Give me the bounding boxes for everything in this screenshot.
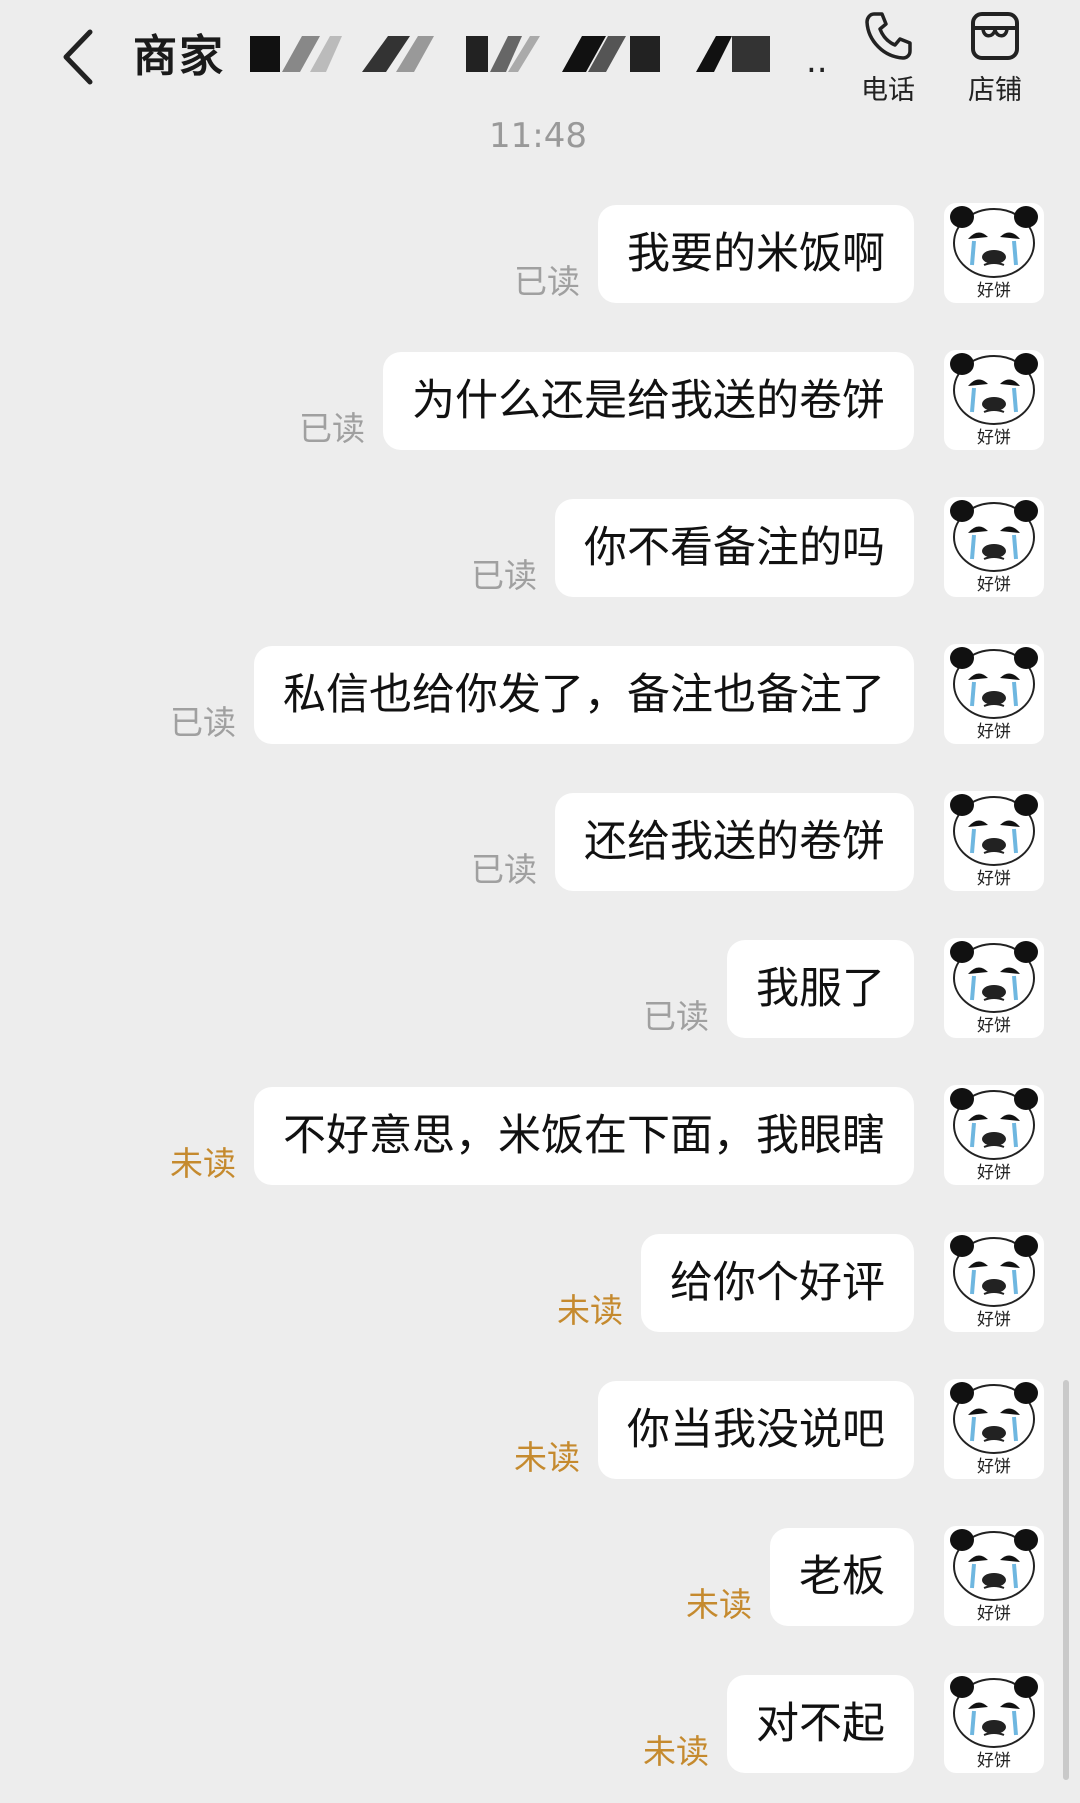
read-status: 已读: [514, 262, 580, 301]
store-icon: [971, 12, 1019, 60]
message-row: 私信也给你发了，备注也备注了 已读 好饼: [0, 644, 1080, 774]
avatar-caption: 好饼: [977, 1457, 1011, 1477]
avatar-caption: 好饼: [977, 428, 1011, 448]
avatar[interactable]: 好饼: [944, 1526, 1044, 1626]
message-bubble[interactable]: 我要的米饭啊: [598, 205, 914, 303]
avatar[interactable]: 好饼: [944, 644, 1044, 744]
message-row: 不好意思，米饭在下面，我眼瞎 未读 好饼: [0, 1085, 1080, 1215]
message-bubble[interactable]: 我服了: [727, 940, 914, 1038]
avatar[interactable]: 好饼: [944, 1085, 1044, 1185]
chat-header: 商家 .. 电话 店铺: [0, 0, 1080, 108]
message-bubble[interactable]: 老板: [770, 1528, 914, 1626]
read-status: 已读: [643, 997, 709, 1036]
redacted-name-mosaic: ..: [250, 36, 828, 78]
avatar[interactable]: 好饼: [944, 1379, 1044, 1479]
unread-status: 未读: [170, 1144, 236, 1183]
message-row: 我服了 已读 好饼: [0, 938, 1080, 1068]
message-row: 你不看备注的吗 已读 好饼: [0, 497, 1080, 627]
store-button[interactable]: 店铺: [950, 8, 1040, 108]
unread-status: 未读: [514, 1438, 580, 1477]
message-timestamp: 11:48: [489, 116, 587, 156]
unread-status: 未读: [686, 1585, 752, 1624]
unread-status: 未读: [557, 1291, 623, 1330]
phone-label: 电话: [861, 75, 915, 106]
message-bubble[interactable]: 给你个好评: [641, 1234, 914, 1332]
message-row: 对不起 未读 好饼: [0, 1673, 1080, 1803]
message-row: 老板 未读 好饼: [0, 1526, 1080, 1656]
message-bubble[interactable]: 你不看备注的吗: [555, 499, 914, 597]
chevron-left-icon: [63, 29, 93, 85]
avatar-caption: 好饼: [977, 1016, 1011, 1036]
merchant-title: 商家: [133, 31, 225, 82]
message-bubble[interactable]: 为什么还是给我送的卷饼: [383, 352, 914, 450]
message-bubble[interactable]: 还给我送的卷饼: [555, 793, 914, 891]
message-bubble[interactable]: 私信也给你发了，备注也备注了: [254, 646, 914, 744]
avatar[interactable]: 好饼: [944, 350, 1044, 450]
avatar-caption: 好饼: [977, 1310, 1011, 1330]
title-ellipsis: ..: [806, 41, 828, 78]
avatar-caption: 好饼: [977, 1163, 1011, 1183]
avatar[interactable]: 好饼: [944, 938, 1044, 1038]
read-status: 已读: [299, 409, 365, 448]
message-row: 为什么还是给我送的卷饼 已读 好饼: [0, 350, 1080, 480]
message-bubble[interactable]: 不好意思，米饭在下面，我眼瞎: [254, 1087, 914, 1185]
message-row: 还给我送的卷饼 已读 好饼: [0, 791, 1080, 921]
avatar[interactable]: 好饼: [944, 203, 1044, 303]
avatar[interactable]: 好饼: [944, 497, 1044, 597]
phone-icon: [865, 12, 912, 60]
message-row: 给你个好评 未读 好饼: [0, 1232, 1080, 1362]
read-status: 已读: [170, 703, 236, 742]
scrollbar[interactable]: [1063, 1380, 1069, 1780]
read-status: 已读: [471, 556, 537, 595]
avatar-caption: 好饼: [977, 722, 1011, 742]
message-bubble[interactable]: 你当我没说吧: [598, 1381, 914, 1479]
message-row: 我要的米饭啊 已读 好饼: [0, 203, 1080, 333]
avatar[interactable]: 好饼: [944, 1673, 1044, 1773]
avatar-caption: 好饼: [977, 575, 1011, 595]
phone-button[interactable]: 电话: [843, 8, 933, 108]
avatar[interactable]: 好饼: [944, 791, 1044, 891]
unread-status: 未读: [643, 1732, 709, 1771]
back-button[interactable]: [56, 24, 106, 90]
avatar-caption: 好饼: [977, 869, 1011, 889]
message-row: 你当我没说吧 未读 好饼: [0, 1379, 1080, 1509]
read-status: 已读: [471, 850, 537, 889]
avatar-caption: 好饼: [977, 1751, 1011, 1771]
avatar-caption: 好饼: [977, 281, 1011, 301]
avatar[interactable]: 好饼: [944, 1232, 1044, 1332]
message-bubble[interactable]: 对不起: [727, 1675, 914, 1773]
store-label: 店铺: [968, 75, 1022, 106]
avatar-caption: 好饼: [977, 1604, 1011, 1624]
